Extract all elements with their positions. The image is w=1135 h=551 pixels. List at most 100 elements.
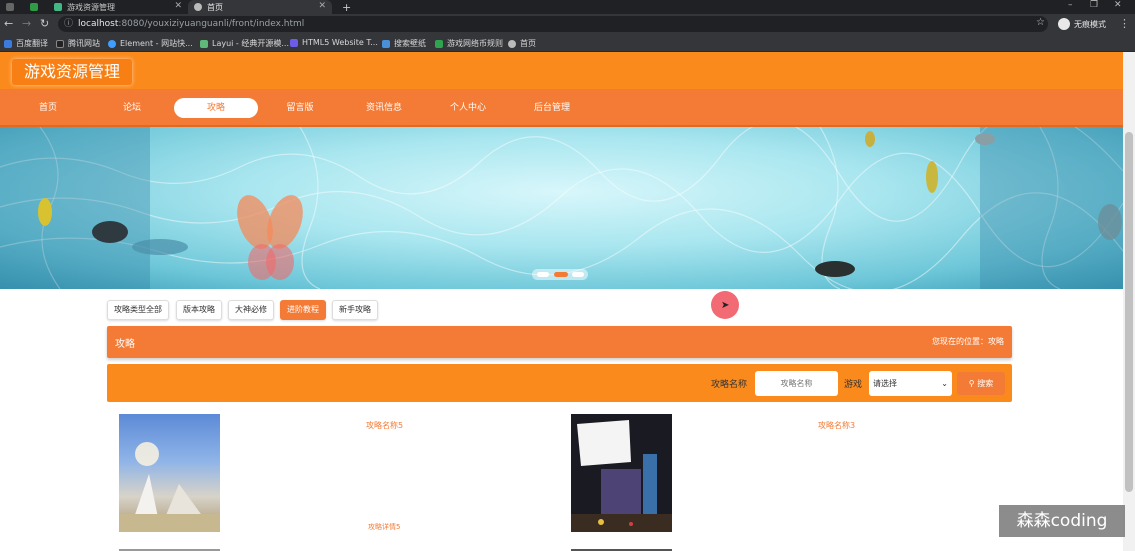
bookmark-icon	[382, 39, 390, 48]
category-beginner[interactable]: 新手攻略	[332, 300, 378, 320]
category-version[interactable]: 版本攻略	[176, 300, 222, 320]
close-icon[interactable]: ✕	[318, 1, 326, 11]
category-expert[interactable]: 大神必修	[228, 300, 274, 320]
restore-icon[interactable]: ❐	[1090, 0, 1098, 10]
fish-decoration	[38, 131, 1122, 277]
carousel-dot[interactable]	[572, 272, 584, 277]
back-arrow-icon[interactable]: ←	[4, 17, 13, 30]
nav-item-home[interactable]: 首页	[6, 98, 90, 118]
bookmark-item[interactable]: 百度翻译	[4, 38, 48, 49]
nav-item-user-center[interactable]: 个人中心	[426, 98, 510, 118]
category-advanced[interactable]: 进阶教程	[280, 300, 326, 320]
guide-thumbnail[interactable]	[119, 414, 220, 532]
tab-title: 游戏资源管理	[67, 2, 115, 12]
menu-kebab-icon[interactable]: ⋮	[1119, 17, 1130, 30]
star-icon[interactable]: ☆	[1036, 17, 1045, 28]
watermark: 森森coding	[999, 505, 1125, 537]
browser-tab[interactable]	[0, 0, 24, 14]
section-header: 攻略 您现在的位置：攻略	[107, 326, 1012, 358]
bookmark-label: 腾讯网站	[68, 39, 100, 48]
bookmark-label: 首页	[520, 39, 536, 48]
nav-item-message-board[interactable]: 留言版	[258, 98, 342, 118]
category-all[interactable]: 攻略类型全部	[107, 300, 169, 320]
bookmarks-bar: 百度翻译 腾讯网站 Element - 网站快... Layui - 经典开源模…	[0, 34, 1135, 52]
guide-thumbnail[interactable]	[571, 414, 672, 532]
reload-icon[interactable]: ↻	[40, 17, 49, 30]
game-select[interactable]: 请选择 ⌄	[869, 371, 952, 396]
search-button-label: 搜索	[977, 379, 994, 388]
section-title: 攻略	[115, 339, 135, 350]
url-path: :8080/youxiziyuanguanli/front/index.html	[118, 19, 305, 29]
browser-tab[interactable]: 游戏资源管理 ✕	[48, 0, 188, 14]
info-icon[interactable]: ⓘ	[64, 16, 73, 32]
incognito-icon	[1058, 18, 1070, 30]
globe-icon	[508, 39, 516, 48]
bookmark-label: Element - 网站快...	[120, 39, 193, 48]
search-icon: ⚲	[968, 379, 975, 388]
guide-title[interactable]: 攻略名称3	[818, 420, 855, 431]
forward-arrow-icon[interactable]: →	[22, 17, 31, 30]
tab-title: 首页	[207, 2, 223, 12]
new-tab-button[interactable]: +	[336, 0, 351, 14]
app-icon	[30, 3, 38, 11]
guide-detail[interactable]: 攻略详情5	[368, 522, 400, 532]
name-label: 攻略名称	[711, 380, 748, 390]
site-title: 游戏资源管理	[12, 59, 133, 85]
scrollbar[interactable]	[1123, 52, 1135, 551]
carousel-dot-active[interactable]	[554, 272, 568, 277]
guide-title[interactable]: 攻略名称5	[366, 420, 403, 431]
bookmark-icon	[108, 39, 116, 48]
bookmark-item[interactable]: HTML5 Website T...	[290, 38, 378, 47]
search-panel: 攻略名称 游戏 请选择 ⌄ ⚲ 搜索	[107, 364, 1012, 402]
close-window-icon[interactable]: ✕	[1114, 0, 1122, 10]
bookmark-item[interactable]: 首页	[508, 38, 536, 49]
browser-tab-active[interactable]: 首页 ✕	[188, 0, 332, 14]
butterfly-decoration	[237, 195, 303, 280]
bookmark-icon	[435, 39, 443, 48]
main-nav: 首页 论坛 攻略 留言版 资讯信息 个人中心 后台管理	[0, 89, 1123, 127]
site-header: 游戏资源管理	[0, 52, 1123, 89]
carousel-indicators	[532, 269, 588, 280]
globe-icon	[194, 3, 202, 11]
bookmark-item[interactable]: 搜索壁纸	[382, 38, 426, 49]
scrollbar-thumb[interactable]	[1125, 132, 1133, 492]
bookmark-label: 游戏网络币规则	[447, 39, 503, 48]
bookmark-label: Layui - 经典开源模...	[212, 39, 289, 48]
banner-image	[0, 127, 1123, 289]
page-viewport: 游戏资源管理 首页 论坛 攻略 留言版 资讯信息 个人中心 后台管理 攻略类型全…	[0, 52, 1123, 551]
game-select-value: 请选择	[873, 379, 897, 388]
bookmark-icon	[290, 38, 298, 47]
bookmark-item[interactable]: Layui - 经典开源模...	[200, 38, 289, 49]
bookmark-label: 搜索壁纸	[394, 39, 426, 48]
browser-toolbar: ← → ↻ ⓘ localhost:8080/youxiziyuanguanli…	[0, 14, 1135, 34]
mouse-cursor-icon: ➤	[721, 300, 730, 311]
breadcrumb: 您现在的位置：攻略	[932, 337, 1004, 346]
address-bar[interactable]: ⓘ localhost:8080/youxiziyuanguanli/front…	[58, 16, 1048, 32]
nav-item-forum[interactable]: 论坛	[90, 98, 174, 118]
profile-label[interactable]: 无痕模式	[1074, 19, 1106, 30]
minimize-icon[interactable]: –	[1068, 0, 1073, 10]
close-icon[interactable]: ✕	[174, 1, 182, 11]
nav-item-news[interactable]: 资讯信息	[342, 98, 426, 118]
url-host: localhost	[78, 19, 119, 29]
bookmark-item[interactable]: 游戏网络币规则	[435, 38, 503, 49]
nav-item-admin[interactable]: 后台管理	[510, 98, 594, 118]
browser-tab[interactable]	[24, 0, 48, 14]
bookmark-icon	[4, 39, 12, 48]
nav-item-guides[interactable]: 攻略	[174, 98, 258, 118]
search-button[interactable]: ⚲ 搜索	[957, 372, 1005, 395]
vue-icon	[54, 3, 62, 11]
name-search-input[interactable]	[755, 371, 838, 396]
guide-image	[119, 442, 220, 532]
browser-tab-bar: 游戏资源管理 ✕ 首页 ✕ + – ❐ ✕	[0, 0, 1135, 14]
bookmark-item[interactable]: 腾讯网站	[56, 38, 100, 49]
guide-image	[571, 420, 672, 532]
bookmark-icon	[56, 39, 64, 48]
bookmark-icon	[200, 39, 208, 48]
bookmark-item[interactable]: Element - 网站快...	[108, 38, 193, 49]
carousel-dot[interactable]	[537, 272, 549, 277]
banner-carousel[interactable]	[0, 127, 1123, 289]
bookmark-label: HTML5 Website T...	[302, 38, 378, 47]
game-label: 游戏	[844, 380, 863, 390]
chevron-down-icon: ⌄	[941, 379, 948, 388]
